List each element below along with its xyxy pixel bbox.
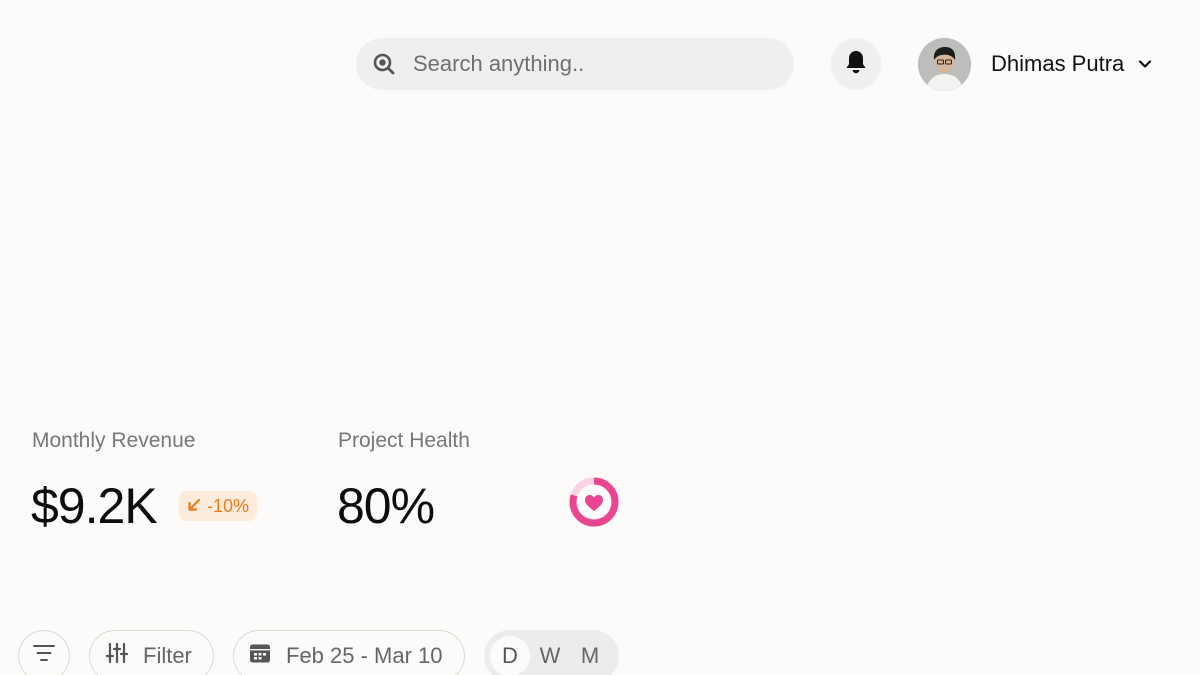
avatar[interactable] [918,37,971,91]
period-option-day[interactable]: D [490,636,530,675]
period-toggle[interactable]: D W M [484,630,619,675]
notifications-button[interactable] [831,38,881,90]
filter-label: Filter [143,643,192,668]
revenue-change-badge: -10% [179,491,258,521]
revenue-label: Monthly Revenue [32,429,196,452]
date-range-button[interactable]: Feb 25 - Mar 10 [233,630,465,675]
health-value: 80% [337,478,435,534]
search-input[interactable] [413,51,753,77]
user-menu[interactable]: Dhimas Putra [918,37,1152,91]
period-option-week[interactable]: W [530,636,570,675]
revenue-value: $9.2K [31,478,158,534]
search-bar[interactable] [356,38,794,90]
revenue-change-value: -10% [207,495,250,516]
health-progress-ring [568,476,620,528]
filter-button[interactable]: Filter [89,630,214,675]
sort-lines-icon [32,642,56,670]
search-icon [372,52,396,76]
user-name[interactable]: Dhimas Putra [991,51,1124,77]
sliders-icon [105,641,129,671]
calendar-icon [248,641,272,671]
chevron-down-icon[interactable] [1138,59,1152,69]
date-range-label: Feb 25 - Mar 10 [286,643,443,668]
sort-button[interactable] [18,630,70,675]
bell-icon [844,49,868,80]
heart-icon [585,495,603,511]
arrow-down-left-icon [187,496,201,517]
health-label: Project Health [338,429,470,452]
period-option-month[interactable]: M [570,636,610,675]
